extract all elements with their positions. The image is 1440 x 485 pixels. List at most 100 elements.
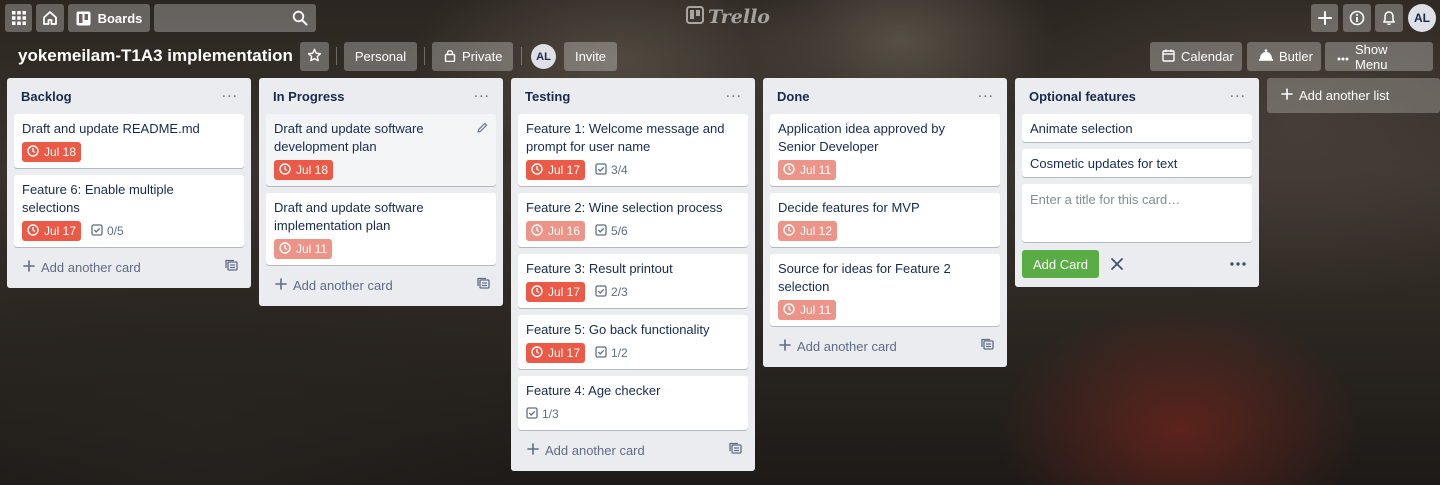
due-date-badge[interactable]: Jul 17 bbox=[526, 343, 586, 363]
card[interactable]: Animate selection bbox=[1022, 114, 1252, 142]
list-title[interactable]: Done bbox=[777, 89, 810, 104]
card-title: Feature 5: Go back functionality bbox=[526, 322, 710, 337]
add-card-submit-button[interactable]: Add Card bbox=[1022, 250, 1099, 278]
due-date-badge[interactable]: Jul 11 bbox=[778, 160, 837, 180]
list-testing: Testing ... Feature 1: Welcome message a… bbox=[511, 78, 755, 471]
due-date-badge[interactable]: Jul 18 bbox=[274, 160, 334, 180]
list-title[interactable]: Testing bbox=[525, 89, 570, 104]
butler-icon bbox=[1259, 49, 1273, 64]
checklist-count: 2/3 bbox=[611, 285, 628, 299]
info-icon bbox=[1349, 10, 1365, 26]
list-menu-icon[interactable]: ... bbox=[1230, 85, 1246, 104]
list-menu-icon[interactable]: ... bbox=[978, 85, 994, 104]
add-card-button[interactable]: Add another card bbox=[14, 254, 244, 280]
card[interactable]: Cosmetic updates for text bbox=[1022, 149, 1252, 177]
create-button[interactable] bbox=[1311, 4, 1338, 32]
calendar-button[interactable]: Calendar bbox=[1150, 42, 1242, 71]
card[interactable]: Source for ideas for Feature 2 selection… bbox=[770, 254, 1000, 326]
due-date-text: Jul 17 bbox=[548, 346, 581, 360]
due-date-badge[interactable]: Jul 11 bbox=[274, 239, 333, 259]
card[interactable]: Feature 1: Welcome message and prompt fo… bbox=[518, 114, 748, 186]
card[interactable]: Feature 5: Go back functionality Jul 17 … bbox=[518, 315, 748, 369]
boards-label: Boards bbox=[97, 10, 143, 26]
card[interactable]: Draft and update README.md Jul 18 bbox=[14, 114, 244, 168]
add-card-button[interactable]: Add another card bbox=[770, 333, 1000, 359]
member-avatar[interactable]: AL bbox=[531, 44, 556, 69]
card[interactable]: Feature 2: Wine selection process Jul 16… bbox=[518, 193, 748, 247]
due-date-text: Jul 11 bbox=[296, 242, 328, 256]
notifications-button[interactable] bbox=[1375, 4, 1403, 32]
new-card-title-input[interactable]: Enter a title for this card… bbox=[1022, 184, 1252, 242]
list-menu-icon[interactable]: ... bbox=[474, 85, 490, 104]
card-title: Cosmetic updates for text bbox=[1030, 156, 1178, 171]
more-options-icon[interactable] bbox=[1230, 262, 1246, 266]
card[interactable]: Draft and update software implementation… bbox=[266, 193, 496, 265]
checklist-badge: 1/3 bbox=[526, 406, 559, 422]
list-title[interactable]: Backlog bbox=[21, 89, 72, 104]
due-date-badge[interactable]: Jul 17 bbox=[22, 221, 82, 241]
team-button[interactable]: Personal bbox=[344, 42, 417, 71]
due-date-badge[interactable]: Jul 17 bbox=[526, 160, 586, 180]
more-icon bbox=[1337, 49, 1349, 64]
due-date-badge[interactable]: Jul 17 bbox=[526, 282, 586, 302]
due-date-badge[interactable]: Jul 12 bbox=[778, 221, 838, 241]
template-icon[interactable] bbox=[477, 277, 490, 293]
visibility-button[interactable]: Private bbox=[432, 42, 513, 71]
due-date-text: Jul 18 bbox=[296, 163, 329, 177]
list-header: Backlog ... bbox=[14, 78, 244, 114]
calendar-icon bbox=[1162, 49, 1175, 65]
board-title[interactable]: yokemeilam-T1A3 implementation bbox=[18, 44, 293, 68]
add-card-button[interactable]: Add another card bbox=[518, 437, 748, 463]
due-date-badge[interactable]: Jul 11 bbox=[778, 300, 837, 320]
close-icon[interactable] bbox=[1110, 257, 1124, 271]
clock-icon bbox=[531, 345, 543, 361]
card[interactable]: Feature 6: Enable multiple selections Ju… bbox=[14, 175, 244, 247]
user-avatar[interactable]: AL bbox=[1408, 4, 1436, 32]
template-icon[interactable] bbox=[225, 259, 238, 275]
list-header: Testing ... bbox=[518, 78, 748, 114]
clock-icon bbox=[27, 223, 39, 239]
card-title: Feature 3: Result printout bbox=[526, 261, 673, 276]
list-title[interactable]: Optional features bbox=[1029, 89, 1136, 104]
checklist-count: 3/4 bbox=[611, 163, 628, 177]
header-divider bbox=[336, 47, 337, 65]
card[interactable]: Draft and update software development pl… bbox=[266, 114, 496, 186]
list-menu-icon[interactable]: ... bbox=[222, 85, 238, 104]
list-menu-icon[interactable]: ... bbox=[726, 85, 742, 104]
star-button[interactable] bbox=[300, 42, 329, 71]
info-button[interactable] bbox=[1343, 4, 1371, 32]
card[interactable]: Decide features for MVP Jul 12 bbox=[770, 193, 1000, 247]
clock-icon bbox=[531, 284, 543, 300]
card[interactable]: Application idea approved by Senior Deve… bbox=[770, 114, 1000, 186]
list-title[interactable]: In Progress bbox=[273, 89, 345, 104]
due-date-text: Jul 17 bbox=[548, 285, 581, 299]
invite-button[interactable]: Invite bbox=[564, 42, 617, 71]
card[interactable]: Feature 3: Result printout Jul 17 2/3 bbox=[518, 254, 748, 308]
card[interactable]: Feature 4: Age checker 1/3 bbox=[518, 376, 748, 430]
trello-logo[interactable]: Trello bbox=[686, 5, 770, 28]
grid-icon bbox=[11, 11, 26, 25]
checklist-badge: 3/4 bbox=[595, 162, 628, 178]
butler-button[interactable]: Butler bbox=[1247, 42, 1321, 71]
template-icon[interactable] bbox=[981, 338, 994, 354]
checklist-count: 1/2 bbox=[611, 346, 628, 360]
search-input[interactable] bbox=[154, 4, 316, 32]
checklist-badge: 1/2 bbox=[595, 345, 628, 361]
bell-icon bbox=[1381, 10, 1397, 26]
card-title: Source for ideas for Feature 2 selection bbox=[778, 261, 951, 294]
show-menu-button[interactable]: Show Menu bbox=[1325, 42, 1433, 72]
due-date-badge[interactable]: Jul 16 bbox=[526, 221, 586, 241]
add-card-button[interactable]: Add another card bbox=[266, 272, 496, 298]
boards-button[interactable]: Boards bbox=[68, 4, 150, 32]
list-header: Optional features ... bbox=[1022, 78, 1252, 114]
home-button[interactable] bbox=[36, 4, 64, 32]
add-card-submit-label: Add Card bbox=[1033, 256, 1088, 272]
due-date-text: Jul 16 bbox=[548, 224, 581, 238]
pencil-icon[interactable] bbox=[477, 121, 488, 136]
card-title: Feature 2: Wine selection process bbox=[526, 200, 723, 215]
apps-button[interactable] bbox=[5, 4, 32, 32]
checklist-count: 5/6 bbox=[611, 224, 628, 238]
due-date-badge[interactable]: Jul 18 bbox=[22, 142, 82, 162]
add-list-button[interactable]: Add another list bbox=[1267, 78, 1440, 113]
template-icon[interactable] bbox=[729, 442, 742, 458]
